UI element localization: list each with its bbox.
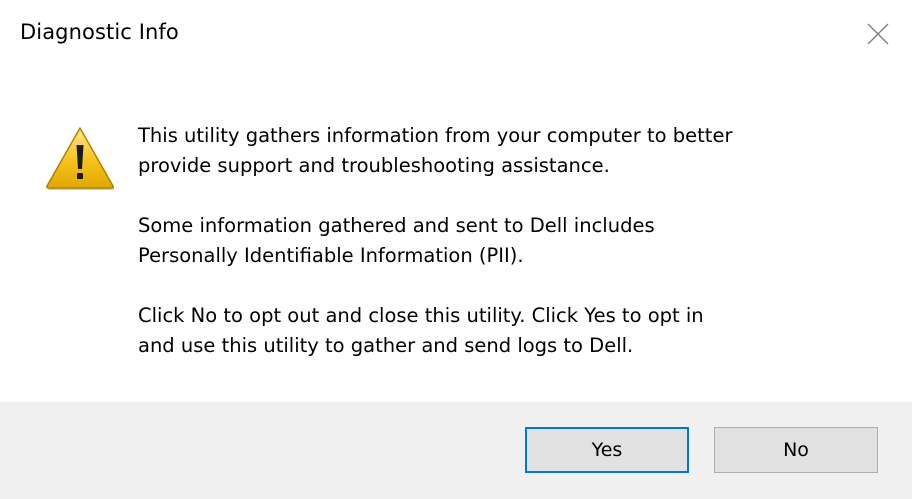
yes-button[interactable]: Yes xyxy=(525,427,689,473)
window-title: Diagnostic Info xyxy=(20,20,179,44)
close-button[interactable] xyxy=(858,14,898,54)
message-paragraph-3: Click No to opt out and close this utili… xyxy=(138,304,704,357)
message-paragraph-1: This utility gathers information from yo… xyxy=(138,124,733,177)
close-icon xyxy=(867,23,889,45)
warning-icon xyxy=(44,125,116,191)
yes-button-label: Yes xyxy=(591,439,623,461)
message-paragraph-2: Some information gathered and sent to De… xyxy=(138,214,655,267)
dialog-window: Diagnostic Info This utility gathers inf… xyxy=(0,0,912,499)
no-button[interactable]: No xyxy=(714,427,878,473)
no-button-label: No xyxy=(783,439,809,461)
message-text: This utility gathers information from yo… xyxy=(138,121,878,361)
title-bar[interactable]: Diagnostic Info xyxy=(0,0,912,70)
button-bar: Yes No xyxy=(0,402,912,499)
dialog-content: This utility gathers information from yo… xyxy=(0,70,912,400)
